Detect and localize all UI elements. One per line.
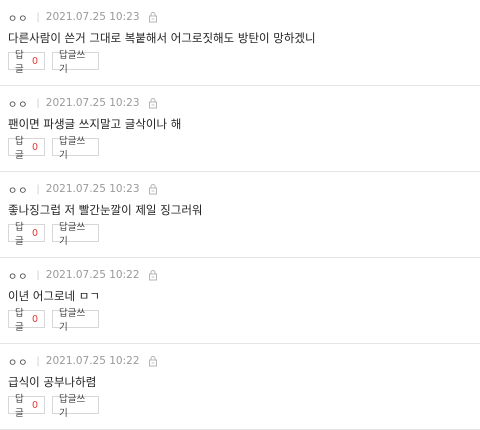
comment-meta: ㅇㅇ | 2021.07.25 10:22 [8,268,158,283]
comment-meta: ㅇㅇ | 2021.07.25 10:23 [8,96,158,111]
comment-author: ㅇㅇ [8,99,29,111]
reply-label: 답글 [15,222,24,247]
comment-text: 이년 어그로네 ㅁㄱ [8,289,100,303]
comment-date: 2021.07.25 10:23 [45,11,140,23]
reply-count: 0 [31,313,38,325]
reply-count: 0 [31,141,38,153]
reply-label: 답글 [15,308,24,333]
write-reply-button[interactable]: 답글쓰기 [52,308,99,333]
meta-divider: | [36,269,40,281]
comment-author: ㅇㅇ [8,185,29,197]
write-reply-button[interactable]: 답글쓰기 [52,394,99,419]
reply-count-button[interactable]: 답글 0 [8,222,45,247]
write-reply-button[interactable]: 답글쓰기 [52,136,99,161]
lock-icon [148,269,158,281]
comment-meta: ㅇㅇ | 2021.07.25 10:23 [8,10,158,25]
comment-actions: 답글 0 답글쓰기 [8,50,99,75]
comment-item: ㅇㅇ | 2021.07.25 10:22 이년 어그로네 ㅁㄱ 답글 0 답글쓰… [0,258,480,344]
lock-icon [148,11,158,23]
reply-count-button[interactable]: 답글 0 [8,308,45,333]
comment-date: 2021.07.25 10:23 [45,183,140,195]
comment-date: 2021.07.25 10:22 [45,269,140,281]
meta-divider: | [36,183,40,195]
reply-count-button[interactable]: 답글 0 [8,394,45,419]
reply-label: 답글 [15,136,24,161]
comment-item: ㅇㅇ | 2021.07.25 10:22 급식이 공부나하렴 답글 0 답글쓰기 [0,344,480,430]
lock-icon [148,97,158,109]
meta-divider: | [36,355,40,367]
reply-count: 0 [31,399,38,411]
reply-count-button[interactable]: 답글 0 [8,136,45,161]
comment-actions: 답글 0 답글쓰기 [8,394,99,419]
comment-meta: ㅇㅇ | 2021.07.25 10:23 [8,182,158,197]
write-reply-button[interactable]: 답글쓰기 [52,50,99,75]
comment-text: 급식이 공부나하렴 [8,375,97,389]
meta-divider: | [36,97,40,109]
comment-author: ㅇㅇ [8,271,29,283]
write-reply-button[interactable]: 답글쓰기 [52,222,99,247]
comment-text: 좋나징그럽 저 빨간눈깔이 제일 징그러워 [8,203,203,217]
comment-date: 2021.07.25 10:23 [45,97,140,109]
reply-count-button[interactable]: 답글 0 [8,50,45,75]
meta-divider: | [36,11,40,23]
comment-date: 2021.07.25 10:22 [45,355,140,367]
comment-author: ㅇㅇ [8,357,29,369]
reply-count: 0 [31,227,38,239]
comment-actions: 답글 0 답글쓰기 [8,222,99,247]
comment-text: 다른사람이 쓴거 그대로 복붙해서 어그로짓해도 방탄이 망하겠니 [8,31,316,45]
lock-icon [148,183,158,195]
comment-text: 팬이면 파생글 쓰지말고 글삭이나 해 [8,117,182,131]
comment-list: ㅇㅇ | 2021.07.25 10:23 다른사람이 쓴거 그대로 복붙해서 … [0,0,480,430]
comment-actions: 답글 0 답글쓰기 [8,136,99,161]
comment-item: ㅇㅇ | 2021.07.25 10:23 좋나징그럽 저 빨간눈깔이 제일 징… [0,172,480,258]
comment-meta: ㅇㅇ | 2021.07.25 10:22 [8,354,158,369]
comment-item: ㅇㅇ | 2021.07.25 10:23 팬이면 파생글 쓰지말고 글삭이나 … [0,86,480,172]
reply-label: 답글 [15,50,24,75]
comment-actions: 답글 0 답글쓰기 [8,308,99,333]
reply-label: 답글 [15,394,24,419]
lock-icon [148,355,158,367]
comment-author: ㅇㅇ [8,13,29,25]
reply-count: 0 [31,55,38,67]
comment-item: ㅇㅇ | 2021.07.25 10:23 다른사람이 쓴거 그대로 복붙해서 … [0,0,480,86]
